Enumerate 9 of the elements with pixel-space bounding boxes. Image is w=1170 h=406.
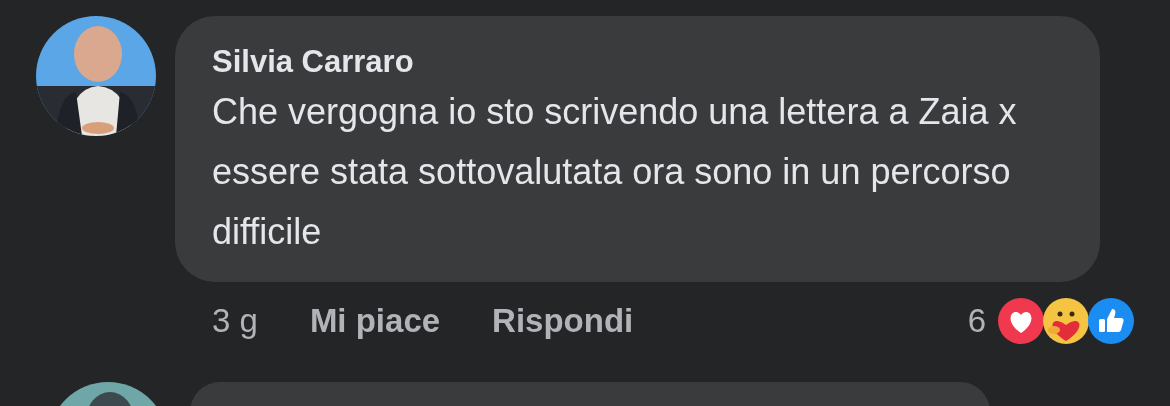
hug-emoji-icon[interactable] <box>1042 297 1090 345</box>
author-name[interactable]: Silvia Carraro <box>212 42 414 82</box>
like-reaction-icon[interactable] <box>1087 297 1135 345</box>
reaction-count[interactable]: 6 <box>967 302 986 340</box>
action-link[interactable]: Mi piace <box>309 302 441 340</box>
timestamp: 3 g <box>212 302 258 340</box>
heart-reaction-icon[interactable] <box>997 297 1045 345</box>
action-link[interactable]: Rispondi <box>492 302 634 340</box>
comment-text: Che vergogna io sto scrivendo una lettera a Zaia x essere stata sottovalutata ora sono in un percorso difficile <box>212 90 1018 254</box>
